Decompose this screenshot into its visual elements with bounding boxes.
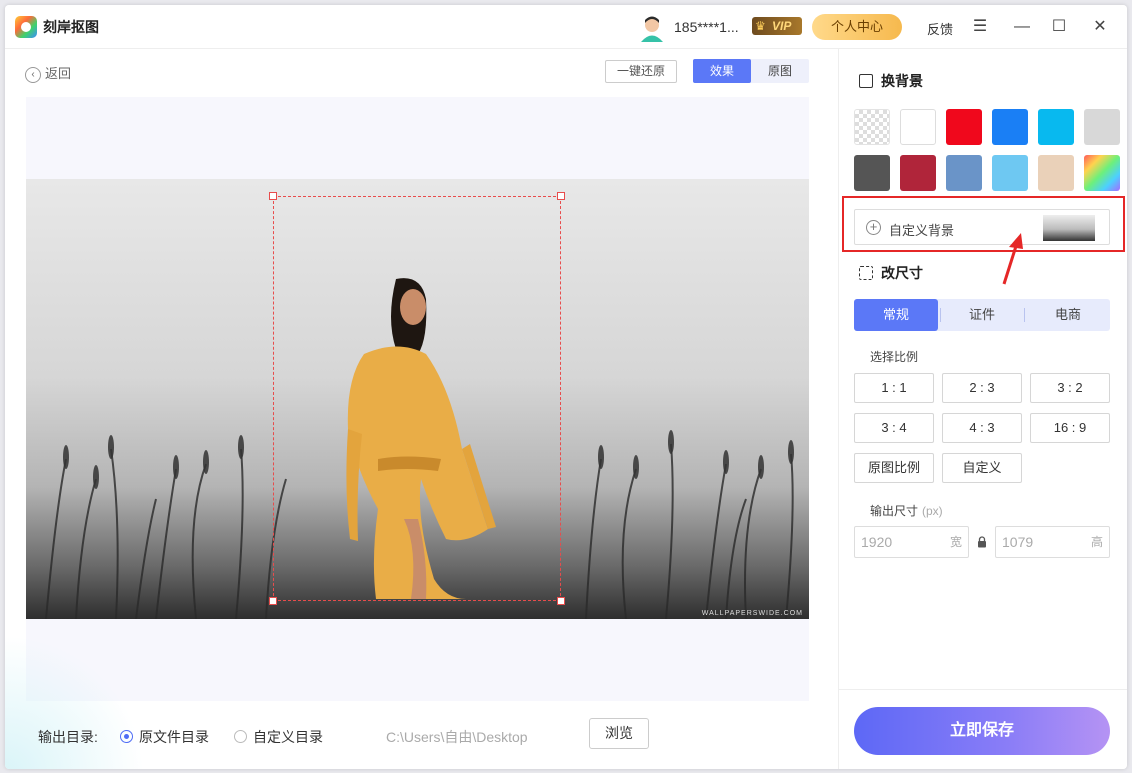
output-size-label: 输出尺寸 (px) [870, 502, 943, 519]
ratio-4-3-button[interactable]: 4 : 3 [942, 413, 1022, 443]
custom-background-label: 自定义背景 [889, 223, 955, 238]
preview-stage: WALLPAPERSWIDE.COM [26, 97, 809, 701]
resize-title-text: 改尺寸 [881, 265, 923, 281]
app-title: 刻岸抠图 [43, 19, 99, 35]
output-size-unit: (px) [922, 504, 943, 518]
back-button[interactable]: ‹ 返回 [25, 63, 71, 83]
feedback-link[interactable]: 反馈 [927, 19, 953, 38]
ratio-2-3-button[interactable]: 2 : 3 [942, 373, 1022, 403]
resize-section-title: 改尺寸 [859, 263, 923, 283]
ratio-label: 选择比例 [870, 350, 919, 364]
swatch-white[interactable] [900, 109, 936, 145]
swatch-cyan[interactable] [1038, 109, 1074, 145]
panel-divider [839, 689, 1127, 690]
minimize-icon[interactable]: — [1010, 15, 1034, 39]
back-label: 返回 [45, 66, 72, 81]
radio-unselected-icon [234, 730, 247, 743]
resize-icon [859, 266, 873, 280]
settings-panel: 换背景 + 自定义背景 改尺寸 常规 证件 电商 选择比例 1: 1 2: … [838, 49, 1127, 769]
ratio-3-4-button[interactable]: 3 : 4 [854, 413, 934, 443]
photo-watermark: WALLPAPERSWIDE.COM [701, 610, 803, 617]
height-input[interactable]: 1079 高 [995, 526, 1110, 558]
restore-button[interactable]: 一键还原 [605, 60, 677, 83]
ratio-16-9-button[interactable]: 16 : 9 [1030, 413, 1110, 443]
browse-button[interactable]: 浏览 [589, 718, 649, 749]
output-size-text: 输出尺寸 [870, 504, 919, 518]
swatch-beige[interactable] [1038, 155, 1074, 191]
width-suffix: 宽 [949, 535, 962, 549]
crop-handle-bottom-right[interactable] [557, 597, 565, 605]
crop-frame[interactable] [269, 192, 565, 605]
radio-custom-label: 自定义目录 [253, 729, 323, 745]
swatch-light-gray[interactable] [1084, 109, 1120, 145]
user-avatar-icon[interactable] [639, 14, 665, 42]
user-center-button[interactable]: 个人中心 [812, 14, 902, 40]
background-icon [859, 74, 873, 88]
radio-original-label: 原文件目录 [139, 729, 209, 745]
swatch-blue[interactable] [992, 109, 1028, 145]
width-input[interactable]: 1920 宽 [854, 526, 969, 558]
custom-background-button[interactable]: + 自定义背景 [854, 209, 1110, 245]
crop-handle-top-right[interactable] [557, 192, 565, 200]
ratio-custom-button[interactable]: 自定义 [942, 453, 1022, 483]
radio-selected-icon [120, 730, 133, 743]
radio-custom-dir[interactable]: 自定义目录 [234, 727, 323, 747]
title-bar: 刻岸抠图 185****1... VIP 个人中心 反馈 ☰ — ☐ ✕ [5, 5, 1127, 49]
crop-handle-bottom-left[interactable] [269, 597, 277, 605]
preview-image: WALLPAPERSWIDE.COM [26, 179, 809, 619]
width-value: 1920 [861, 534, 893, 550]
swatch-sky-blue[interactable] [992, 155, 1028, 191]
swatch-dark-gray[interactable] [854, 155, 890, 191]
back-arrow-icon: ‹ [25, 66, 41, 83]
background-title-text: 换背景 [881, 73, 923, 89]
output-dir-label: 输出目录: [38, 729, 98, 745]
corner-decoration [5, 635, 145, 769]
height-value: 1079 [1002, 534, 1034, 550]
ratio-3-2-button[interactable]: 3 : 2 [1030, 373, 1110, 403]
resize-tabs: 常规 证件 电商 [854, 299, 1110, 331]
swatch-steel-blue[interactable] [946, 155, 982, 191]
tab-divider [1024, 308, 1025, 322]
save-now-button[interactable]: 立即保存 [854, 707, 1110, 755]
height-suffix: 高 [1090, 535, 1103, 549]
view-original-tab[interactable]: 原图 [751, 59, 809, 83]
username[interactable]: 185****1... [674, 19, 739, 35]
tab-ecommerce[interactable]: 电商 [1026, 299, 1110, 331]
vip-badge[interactable]: VIP [752, 17, 802, 35]
swatch-crimson[interactable] [900, 155, 936, 191]
output-path: C:\Users\自由\Desktop [386, 729, 528, 745]
lock-icon[interactable] [977, 536, 987, 548]
tab-regular[interactable]: 常规 [854, 299, 938, 331]
swatch-rainbow[interactable] [1084, 155, 1120, 191]
app-logo-icon [15, 16, 37, 38]
view-toggle: 效果 原图 [693, 59, 809, 83]
menu-icon[interactable]: ☰ [968, 15, 992, 39]
radio-original-dir[interactable]: 原文件目录 [120, 727, 209, 747]
ratio-original-button[interactable]: 原图比例 [854, 453, 934, 483]
swatch-red[interactable] [946, 109, 982, 145]
plus-icon: + [866, 220, 881, 235]
app-window: 刻岸抠图 185****1... VIP 个人中心 反馈 ☰ — ☐ ✕ ‹ 返回… [5, 5, 1127, 769]
maximize-icon[interactable]: ☐ [1047, 15, 1071, 39]
view-effect-tab[interactable]: 效果 [693, 59, 751, 83]
custom-background-thumbnail [1043, 215, 1095, 241]
close-icon[interactable]: ✕ [1088, 15, 1112, 39]
background-section-title: 换背景 [859, 71, 923, 91]
ratio-1-1-button[interactable]: 1 : 1 [854, 373, 934, 403]
annotation-arrow-icon [1002, 233, 1023, 285]
crop-handle-top-left[interactable] [269, 192, 277, 200]
swatch-transparent[interactable] [854, 109, 890, 145]
tab-id-photo[interactable]: 证件 [940, 299, 1024, 331]
